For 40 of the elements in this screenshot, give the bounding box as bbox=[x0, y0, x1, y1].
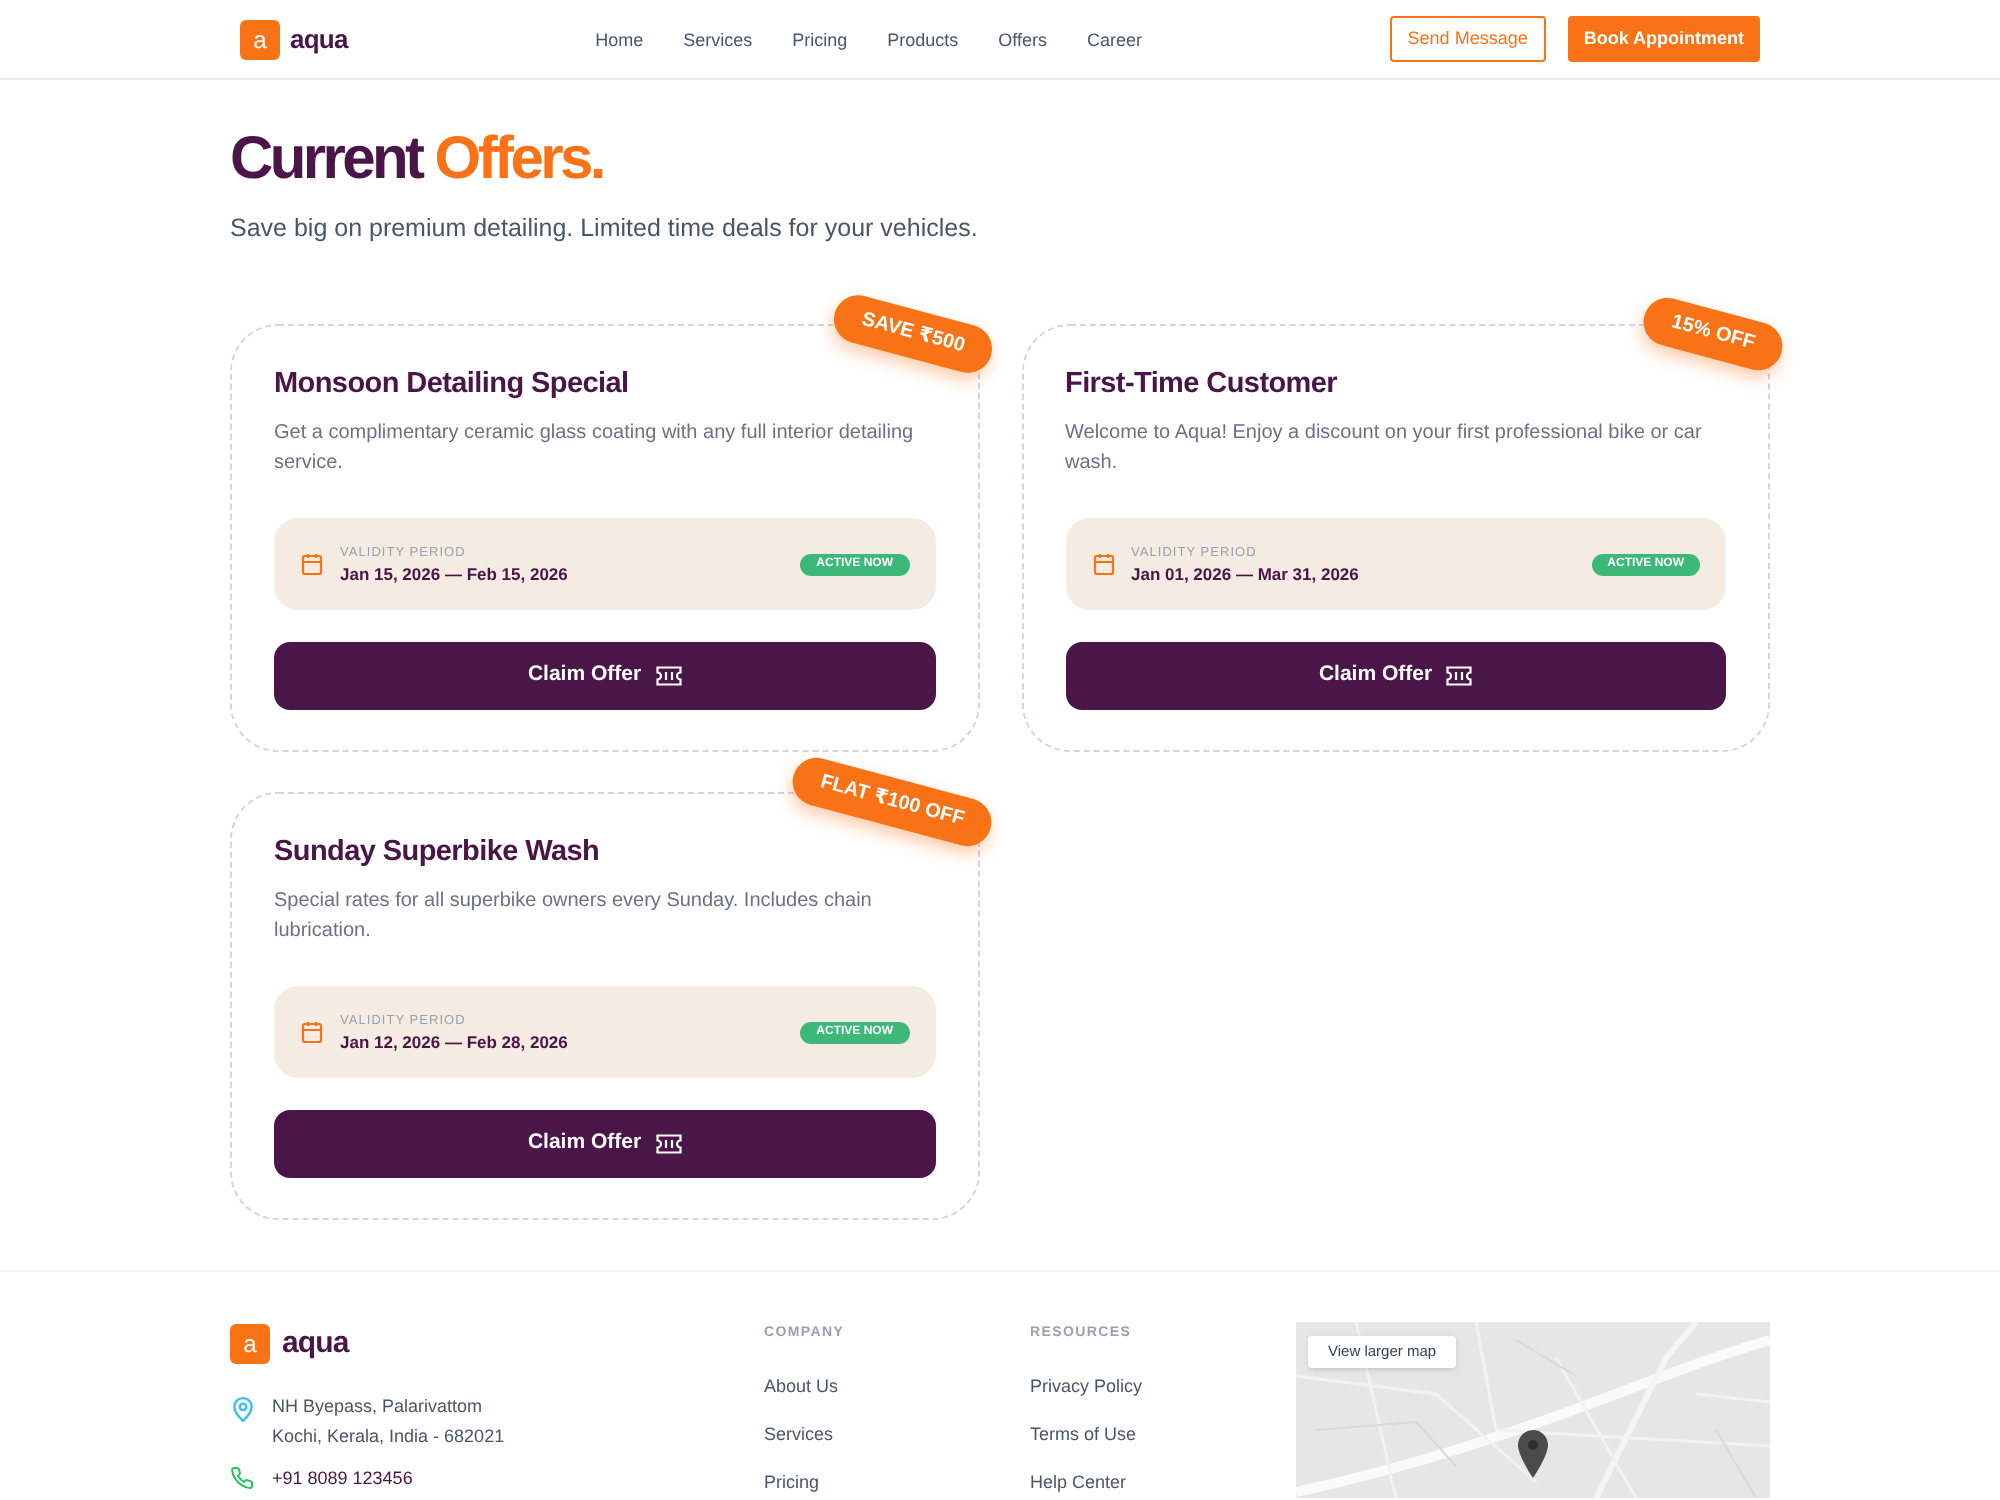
ticket-icon bbox=[655, 1134, 682, 1154]
footer-link[interactable]: Help Center bbox=[1030, 1472, 1296, 1494]
offer-description: Special rates for all superbike owners every Sunday. Includes chain lubrication. bbox=[274, 888, 874, 946]
offer-title: First-Time Customer bbox=[1065, 366, 1340, 404]
page-title: Current Offers. bbox=[230, 124, 605, 196]
nav-link[interactable]: Pricing bbox=[792, 27, 848, 51]
offer-title: Monsoon Detailing Special bbox=[274, 366, 631, 404]
nav-link[interactable]: Career bbox=[1087, 27, 1143, 51]
phone-link[interactable]: +91 8089 123456 bbox=[272, 1465, 413, 1491]
validity-dates: Jan 15, 2026 — Feb 15, 2026 bbox=[340, 561, 568, 585]
nav-link[interactable]: Home bbox=[595, 27, 644, 51]
phone-icon bbox=[230, 1466, 254, 1490]
footer-link[interactable]: Pricing bbox=[764, 1472, 1030, 1494]
location-pin-icon bbox=[232, 1395, 254, 1421]
footer-link[interactable]: Terms of Use bbox=[1030, 1424, 1296, 1446]
offer-title: Sunday Superbike Wash bbox=[274, 834, 602, 872]
validity-dates: Jan 12, 2026 — Feb 28, 2026 bbox=[340, 1029, 568, 1053]
footer-link[interactable]: Privacy Policy bbox=[1030, 1376, 1296, 1398]
logo-text[interactable]: aqua bbox=[282, 1322, 349, 1367]
calendar-icon bbox=[300, 1020, 324, 1044]
calendar-icon bbox=[300, 552, 324, 576]
claim-offer-button[interactable]: Claim Offer bbox=[274, 1110, 935, 1178]
discount-badge: 15% OFF bbox=[1638, 292, 1788, 376]
calendar-icon bbox=[1091, 552, 1115, 576]
ticket-icon bbox=[655, 666, 682, 686]
footer-link[interactable]: About Us bbox=[764, 1376, 1030, 1398]
offer-description: Get a complimentary ceramic glass coating with any full interior detailing service. bbox=[274, 420, 916, 478]
claim-offer-button[interactable]: Claim Offer bbox=[1065, 642, 1726, 710]
nav-link[interactable]: Offers bbox=[998, 27, 1047, 51]
nav-link[interactable]: Products bbox=[887, 27, 959, 51]
nav-link[interactable]: Services bbox=[683, 27, 753, 51]
page-subtitle: Save big on premium detailing. Limited time deals for your vehicles. bbox=[230, 212, 980, 246]
validity-dates: Jan 01, 2026 — Mar 31, 2026 bbox=[1131, 561, 1359, 585]
logo-text[interactable]: aqua bbox=[290, 19, 348, 59]
offer-description: Welcome to Aqua! Enjoy a discount on your first professional bike or car wash. bbox=[1065, 420, 1704, 478]
claim-offer-button[interactable]: Claim Offer bbox=[274, 642, 935, 710]
map-pin-icon bbox=[1518, 1430, 1548, 1478]
ticket-icon bbox=[1446, 666, 1473, 686]
footer-link[interactable]: Services bbox=[764, 1424, 1030, 1446]
address-text: NH Byepass, Palarivattom Kochi, Kerala, India - 682021 bbox=[272, 1393, 505, 1449]
